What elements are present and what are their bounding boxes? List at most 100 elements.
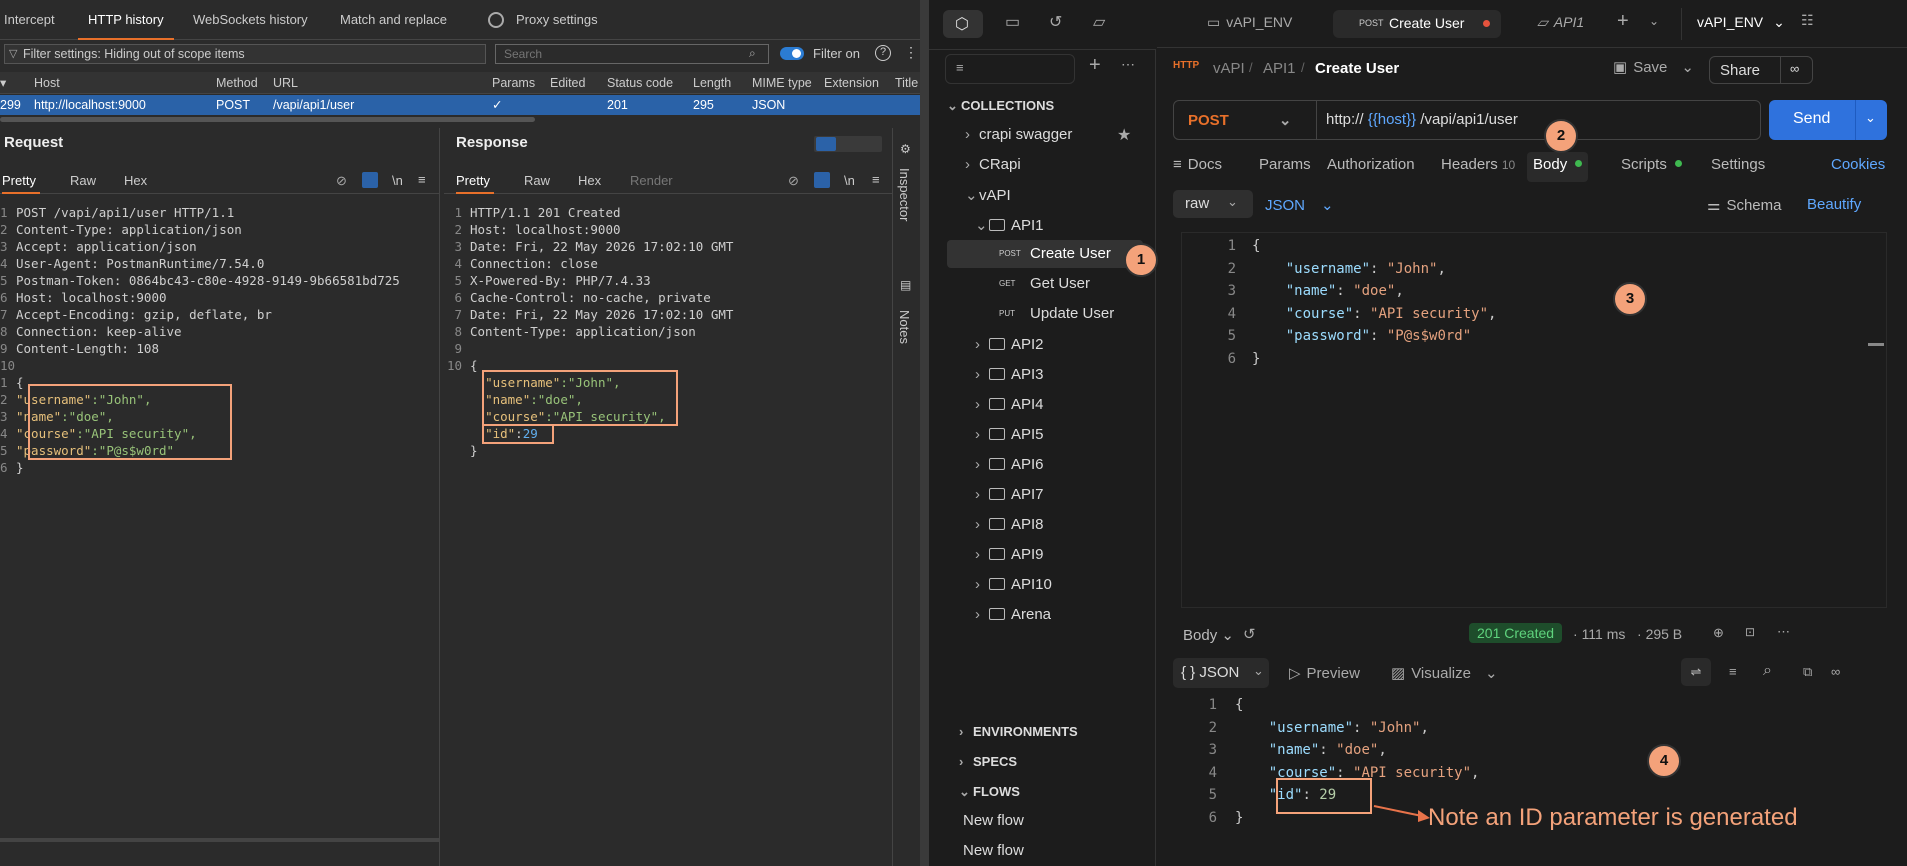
tab-hex[interactable]: Hex xyxy=(578,173,601,188)
col-num[interactable]: ▾ xyxy=(0,72,6,94)
add-icon[interactable]: + xyxy=(1089,54,1101,77)
url-input[interactable]: http:// {{host}} /vapi/api1/user xyxy=(1326,111,1518,128)
response-size[interactable]: · 295 B xyxy=(1637,626,1682,642)
tab-render[interactable]: Render xyxy=(630,173,673,188)
search-icon[interactable]: ⌕ xyxy=(1763,662,1772,680)
sidebar-item-api4[interactable]: › API4 xyxy=(975,396,1044,413)
col-status[interactable]: Status code xyxy=(607,72,673,94)
sidebar-item-api3[interactable]: › API3 xyxy=(975,366,1044,383)
tab-pretty[interactable]: Pretty xyxy=(456,168,494,194)
wrap-lines-icon[interactable]: ⇌ xyxy=(1681,658,1711,686)
help-icon[interactable]: ? xyxy=(875,45,891,61)
col-method[interactable]: Method xyxy=(216,72,258,94)
tab-hex[interactable]: Hex xyxy=(124,173,147,188)
flow-item[interactable]: New flow xyxy=(963,812,1024,829)
tab-proxy-settings[interactable]: Proxy settings xyxy=(516,0,598,40)
col-length[interactable]: Length xyxy=(693,72,731,94)
sidebar-item-api8[interactable]: › API8 xyxy=(975,516,1044,533)
tab-docs[interactable]: ≡ Docs xyxy=(1173,156,1222,173)
save-example-icon[interactable]: ⊡ xyxy=(1745,625,1755,639)
response-body[interactable]: 1 2 3 4 5 6 { "username": "John", "name": "do… xyxy=(1173,692,1887,862)
sidebar-specs[interactable]: › SPECS xyxy=(959,754,1017,769)
sidebar-item-api9[interactable]: › API9 xyxy=(975,546,1044,563)
link-icon[interactable]: ∞ xyxy=(1790,61,1799,76)
tab-create-user[interactable]: POST Create User xyxy=(1333,10,1501,38)
more-icon[interactable]: ⋮ xyxy=(904,44,918,61)
layout-toggle[interactable] xyxy=(814,136,882,152)
request-body-editor[interactable]: 1 2 3 4 5 6 { "username": "John", "name": "do… xyxy=(1181,232,1887,608)
notes-icon[interactable]: ▤ xyxy=(900,278,911,292)
response-time[interactable]: · 111 ms xyxy=(1573,626,1625,642)
sidebar-item-arena[interactable]: › Arena xyxy=(975,606,1051,623)
add-tab-icon[interactable]: + xyxy=(1617,10,1629,33)
tab-body[interactable]: Body xyxy=(1527,152,1589,182)
table-row[interactable]: 299 http://localhost:9000 POST /vapi/api… xyxy=(0,95,920,115)
cookies-link[interactable]: Cookies xyxy=(1831,156,1885,173)
inspector-tab[interactable]: Inspector xyxy=(897,168,912,221)
col-edited[interactable]: Edited xyxy=(550,72,585,94)
sidebar-item-get-user[interactable]: GET Get User xyxy=(947,270,1143,298)
col-params[interactable]: Params xyxy=(492,72,535,94)
menu-icon[interactable]: ≡ xyxy=(872,172,880,187)
body-language-select[interactable]: JSON ⌄ xyxy=(1265,196,1334,214)
notes-tab[interactable]: Notes xyxy=(897,310,912,344)
tab-raw[interactable]: Raw xyxy=(524,173,550,188)
page-title[interactable]: Create User xyxy=(1315,60,1399,77)
body-mode-select[interactable]: raw ⌄ xyxy=(1173,190,1253,218)
tab-scripts[interactable]: Scripts xyxy=(1621,156,1682,173)
tab-match-replace[interactable]: Match and replace xyxy=(340,0,447,40)
scroll-thumb[interactable] xyxy=(1868,343,1884,346)
sidebar-item-crapi[interactable]: › CRapi xyxy=(965,156,1021,173)
sidebar-item-crapi-swagger[interactable]: › crapi swagger xyxy=(965,126,1072,143)
env-quicklook-icon[interactable]: ☷ xyxy=(1801,12,1814,29)
gear-icon[interactable] xyxy=(488,12,504,28)
visualize-button[interactable]: ▨ Visualize ⌄ xyxy=(1391,664,1498,682)
search-input[interactable] xyxy=(495,44,769,64)
schema-button[interactable]: ⚌ Schema xyxy=(1707,196,1781,214)
tab-intercept[interactable]: Intercept xyxy=(4,0,55,40)
flow-item[interactable]: New flow xyxy=(963,842,1024,859)
inspector-icon[interactable]: ⚙ xyxy=(900,142,911,156)
more-icon[interactable]: ⋯ xyxy=(1777,624,1790,640)
environment-icon[interactable]: ▭ xyxy=(1005,12,1020,32)
response-body-select[interactable]: Body ⌄ xyxy=(1183,626,1234,644)
tab-headers[interactable]: Headers 10 xyxy=(1441,156,1515,173)
tab-authorization[interactable]: Authorization xyxy=(1327,156,1415,173)
col-url[interactable]: URL xyxy=(273,72,298,94)
request-scrollbar[interactable] xyxy=(0,838,440,842)
col-mime[interactable]: MIME type xyxy=(752,72,812,94)
breadcrumb-api1[interactable]: API1 xyxy=(1263,60,1296,77)
collections-title[interactable]: ⌄ COLLECTIONS xyxy=(947,98,1054,114)
filter-icon[interactable]: ≡ xyxy=(1729,664,1737,679)
sidebar-item-api1[interactable]: ⌄ API1 xyxy=(975,216,1044,234)
sidebar-environments[interactable]: › ENVIRONMENTS xyxy=(959,724,1078,739)
link-icon[interactable]: ∞ xyxy=(1831,664,1840,679)
tab-vapi-env[interactable]: ▭ vAPI_ENV xyxy=(1207,14,1292,31)
col-extension[interactable]: Extension xyxy=(824,72,879,94)
tab-api1[interactable]: ▱ API1 xyxy=(1537,14,1584,31)
sidebar-item-update-user[interactable]: PUT Update User xyxy=(947,300,1143,328)
hide-icon[interactable]: ⊘ xyxy=(788,173,799,189)
sidebar-item-api6[interactable]: › API6 xyxy=(975,456,1044,473)
sidebar-flows[interactable]: ⌄ FLOWS xyxy=(959,784,1020,800)
send-button[interactable]: Send ⌄ xyxy=(1769,100,1887,140)
menu-icon[interactable]: ≡ xyxy=(418,172,426,187)
col-title[interactable]: Title xyxy=(895,72,918,94)
wrap-icon[interactable] xyxy=(814,172,830,188)
filter-settings[interactable]: ▽ Filter settings: Hiding out of scope i… xyxy=(4,44,486,64)
tab-websockets-history[interactable]: WebSockets history xyxy=(193,0,308,40)
sidebar-item-api10[interactable]: › API10 xyxy=(975,576,1052,593)
col-host[interactable]: Host xyxy=(34,72,60,94)
preview-button[interactable]: ▷ Preview xyxy=(1289,664,1360,682)
sidebar-item-api2[interactable]: › API2 xyxy=(975,336,1044,353)
sidebar-item-api5[interactable]: › API5 xyxy=(975,426,1044,443)
status-badge[interactable]: 201 Created xyxy=(1469,623,1563,643)
horizontal-scrollbar[interactable] xyxy=(0,117,535,122)
sidebar-item-api7[interactable]: › API7 xyxy=(975,486,1044,503)
breadcrumb-vapi[interactable]: vAPI xyxy=(1213,60,1245,77)
star-icon[interactable]: ★ xyxy=(1117,125,1131,145)
collections-nav[interactable]: ⬡ xyxy=(943,10,983,38)
more-icon[interactable]: ⋯ xyxy=(1121,56,1135,73)
tab-raw[interactable]: Raw xyxy=(70,173,96,188)
sidebar-filter[interactable]: ≡ xyxy=(945,54,1075,84)
